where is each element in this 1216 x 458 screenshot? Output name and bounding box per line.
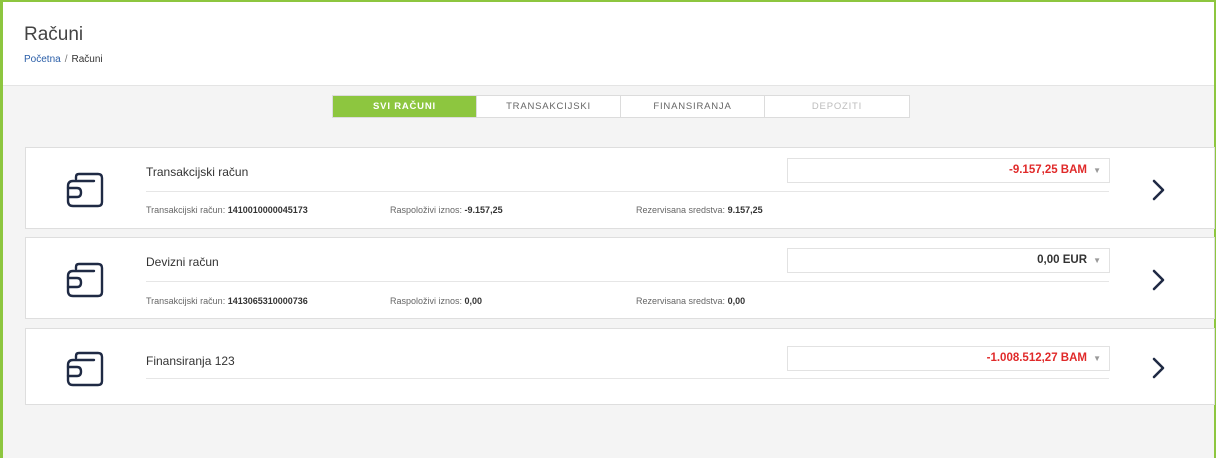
currency-amount-select[interactable]: 0,00 EUR ▼ [787,248,1110,273]
available-amount-detail: Raspoloživi iznos: 0,00 [390,296,482,306]
detail-value: 1413065310000736 [227,296,308,306]
detail-value: 0,00 [727,296,746,306]
account-name: Finansiranja 123 [146,354,235,368]
breadcrumb-home-link[interactable]: Početna [24,54,61,65]
detail-value: 1410010000045173 [227,205,308,215]
amount-value: -1.008.512,27 BAM [986,352,1087,364]
detail-label: Raspoloživi iznos: [390,296,463,306]
page-title: Računi [24,24,84,45]
breadcrumb-current: Računi [71,54,103,65]
caret-down-icon: ▼ [1093,166,1101,175]
account-card[interactable]: Transakcijski račun Transakcijski račun:… [25,147,1215,229]
card-divider [146,281,1109,282]
currency-amount-select[interactable]: -9.157,25 BAM ▼ [787,158,1110,183]
tab-financing[interactable]: FINANSIRANJA [621,96,765,117]
available-amount-detail: Raspoloživi iznos: -9.157,25 [390,205,503,215]
caret-down-icon: ▼ [1093,354,1101,363]
detail-label: Rezervisana sredstva: [636,205,726,215]
caret-down-icon: ▼ [1093,256,1101,265]
detail-label: Raspoloživi iznos: [390,205,463,215]
page-header: Računi Početna / Računi [3,2,1214,86]
account-number-detail: Transakcijski račun: 1413065310000736 [146,296,308,306]
wallet-icon [66,172,104,208]
amount-value: 0,00 EUR [1037,254,1087,266]
detail-value: 0,00 [464,296,483,306]
card-divider [146,191,1109,192]
account-name: Transakcijski račun [146,165,249,179]
wallet-icon [66,351,104,387]
tab-deposits: DEPOZITI [811,101,863,112]
currency-amount-select[interactable]: -1.008.512,27 BAM ▼ [787,346,1110,371]
detail-value: 9.157,25 [727,205,763,215]
tab-all-accounts[interactable]: SVI RAČUNI [333,96,477,117]
breadcrumb: Početna / Računi [24,54,103,65]
reserved-funds-detail: Rezervisana sredstva: 9.157,25 [636,205,763,215]
detail-label: Transakcijski račun: [146,205,226,215]
chevron-right-icon[interactable] [1146,266,1170,294]
card-divider [146,378,1109,379]
account-card[interactable]: Finansiranja 123 -1.008.512,27 BAM ▼ [25,328,1215,405]
amount-value: -9.157,25 BAM [1009,164,1087,176]
chevron-right-icon[interactable] [1146,176,1170,204]
account-name: Devizni račun [146,255,219,269]
breadcrumb-separator: / [64,54,68,65]
account-number-detail: Transakcijski račun: 1410010000045173 [146,205,308,215]
detail-label: Transakcijski račun: [146,296,226,306]
tab-transactional[interactable]: TRANSAKCIJSKI [477,96,621,117]
account-card[interactable]: Devizni račun Transakcijski račun: 14130… [25,237,1215,319]
detail-label: Rezervisana sredstva: [636,296,726,306]
account-tabs: SVI RAČUNI TRANSAKCIJSKI FINANSIRANJA DE… [332,95,910,118]
detail-value: -9.157,25 [464,205,503,215]
chevron-right-icon[interactable] [1146,354,1170,382]
reserved-funds-detail: Rezervisana sredstva: 0,00 [636,296,745,306]
wallet-icon [66,262,104,298]
